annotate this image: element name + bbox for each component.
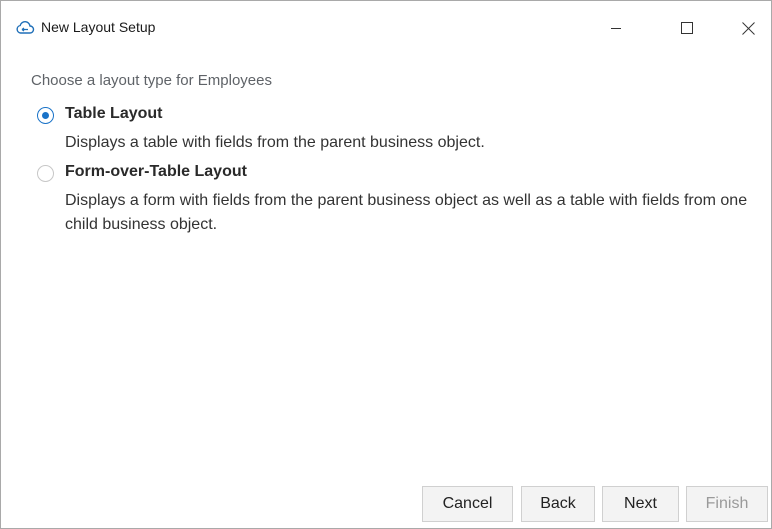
radio-table-layout[interactable] [37,107,54,124]
close-icon [741,21,755,35]
option-label[interactable]: Form-over-Table Layout [65,163,247,181]
finish-button: Finish [686,486,768,522]
new-layout-setup-dialog: New Layout Setup Choose a layout type fo… [0,0,772,529]
option-description: Displays a form with fields from the par… [65,192,748,233]
title-bar[interactable]: New Layout Setup [1,1,771,55]
minimize-button[interactable] [593,11,639,45]
window-title: New Layout Setup [41,19,156,35]
maximize-icon [681,22,693,34]
radio-form-over-table-layout[interactable] [37,165,54,182]
maximize-button[interactable] [664,11,710,45]
option-description: Displays a table with fields from the pa… [65,134,485,151]
option-label[interactable]: Table Layout [65,105,163,123]
close-button[interactable] [725,11,771,45]
cloud-app-icon [15,18,35,38]
back-button[interactable]: Back [521,486,595,522]
layout-type-prompt: Choose a layout type for Employees [31,72,272,89]
next-button[interactable]: Next [602,486,679,522]
cancel-button[interactable]: Cancel [422,486,513,522]
minimize-icon [611,28,621,29]
